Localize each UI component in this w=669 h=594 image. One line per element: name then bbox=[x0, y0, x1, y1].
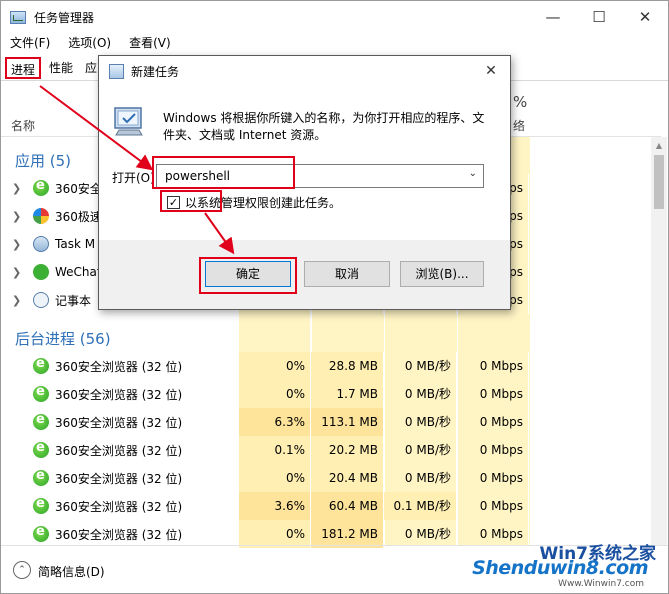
chevron-up-icon[interactable]: ⌃ bbox=[13, 561, 31, 579]
run-icon bbox=[114, 107, 143, 136]
browse-button[interactable]: 浏览(B)... bbox=[400, 261, 484, 287]
highlight-open-input bbox=[152, 156, 295, 189]
dialog-title: 新建任务 bbox=[131, 64, 180, 79]
360-browser-icon bbox=[33, 440, 49, 458]
chevron-right-icon[interactable]: ❯ bbox=[12, 238, 21, 251]
360-browser-icon bbox=[33, 384, 49, 402]
360-browser-icon bbox=[33, 356, 49, 374]
chevron-right-icon[interactable]: ❯ bbox=[12, 266, 21, 279]
chevron-down-icon[interactable]: ⌄ bbox=[469, 168, 477, 179]
360-browser-icon bbox=[33, 524, 49, 542]
360-browser-icon bbox=[33, 496, 49, 514]
section-apps: 应用 (5) bbox=[15, 152, 72, 170]
tab-performance[interactable]: 性能 bbox=[45, 57, 77, 79]
menu-bar: 文件(F) 选项(O) 查看(V) bbox=[1, 33, 180, 53]
column-network-label[interactable]: 络 bbox=[513, 117, 525, 134]
360-browser-icon bbox=[33, 412, 49, 430]
cancel-button[interactable]: 取消 bbox=[304, 261, 390, 287]
column-network-percent[interactable]: % bbox=[513, 93, 527, 111]
table-row[interactable]: 360安全浏览器 (32 位) 3.6% 60.4 MB 0.1 MB/秒 0 … bbox=[1, 492, 653, 520]
scrollbar-thumb[interactable] bbox=[654, 155, 664, 209]
menu-view[interactable]: 查看(V) bbox=[120, 33, 180, 53]
dialog-title-bar: 新建任务 bbox=[99, 56, 510, 86]
highlight-ok-button bbox=[199, 257, 297, 294]
watermark-logo: Win7系统之家 Shenduwin8.com Www.Winwin7.com bbox=[472, 544, 656, 589]
chevron-right-icon[interactable]: ❯ bbox=[12, 182, 21, 195]
table-row[interactable]: 360安全浏览器 (32 位) 0% 1.7 MB 0 MB/秒 0 Mbps bbox=[1, 380, 653, 408]
notepad-icon bbox=[33, 292, 49, 308]
menu-file[interactable]: 文件(F) bbox=[1, 33, 59, 53]
table-row[interactable]: 360安全浏览器 (32 位) 0.1% 20.2 MB 0 MB/秒 0 Mb… bbox=[1, 436, 653, 464]
chevron-right-icon[interactable]: ❯ bbox=[12, 294, 21, 307]
task-manager-icon bbox=[10, 10, 26, 24]
dialog-close-button[interactable]: ✕ bbox=[476, 60, 506, 82]
360-browser-icon bbox=[33, 468, 49, 486]
360-speed-browser-icon bbox=[33, 208, 49, 224]
table-row[interactable]: 360安全浏览器 (32 位) 6.3% 113.1 MB 0 MB/秒 0 M… bbox=[1, 408, 653, 436]
minimize-button[interactable]: — bbox=[530, 1, 576, 33]
window-title: 任务管理器 bbox=[34, 10, 95, 25]
fewer-details-link[interactable]: 简略信息(D) bbox=[38, 563, 105, 580]
dialog-button-area: 确定 取消 浏览(B)... bbox=[99, 240, 510, 309]
table-row[interactable]: 360安全浏览器 (32 位) 0% 20.4 MB 0 MB/秒 0 Mbps bbox=[1, 464, 653, 492]
dialog-description: Windows 将根据你所键入的名称，为你打开相应的程序、文件夹、文档或 Int… bbox=[163, 111, 485, 142]
highlight-admin-checkbox bbox=[160, 190, 222, 212]
tab-processes[interactable]: 进程 bbox=[5, 57, 42, 79]
section-background: 后台进程 (56) bbox=[15, 330, 111, 348]
scroll-up-arrow-icon[interactable]: ▲ bbox=[651, 141, 667, 150]
table-row[interactable]: 360安全浏览器 (32 位) 0% 28.8 MB 0 MB/秒 0 Mbps bbox=[1, 352, 653, 380]
maximize-button[interactable]: ☐ bbox=[576, 1, 622, 33]
360-browser-icon bbox=[33, 178, 49, 196]
chevron-right-icon[interactable]: ❯ bbox=[12, 210, 21, 223]
task-manager-icon bbox=[33, 236, 49, 252]
vertical-scrollbar[interactable]: ▲ bbox=[651, 137, 667, 545]
menu-options[interactable]: 选项(O) bbox=[59, 33, 120, 53]
title-bar: 任务管理器 — ☐ ✕ bbox=[1, 1, 668, 33]
column-name[interactable]: 名称 bbox=[11, 117, 35, 134]
close-button[interactable]: ✕ bbox=[622, 1, 668, 33]
wechat-icon bbox=[33, 264, 49, 280]
dialog-icon bbox=[109, 63, 124, 79]
